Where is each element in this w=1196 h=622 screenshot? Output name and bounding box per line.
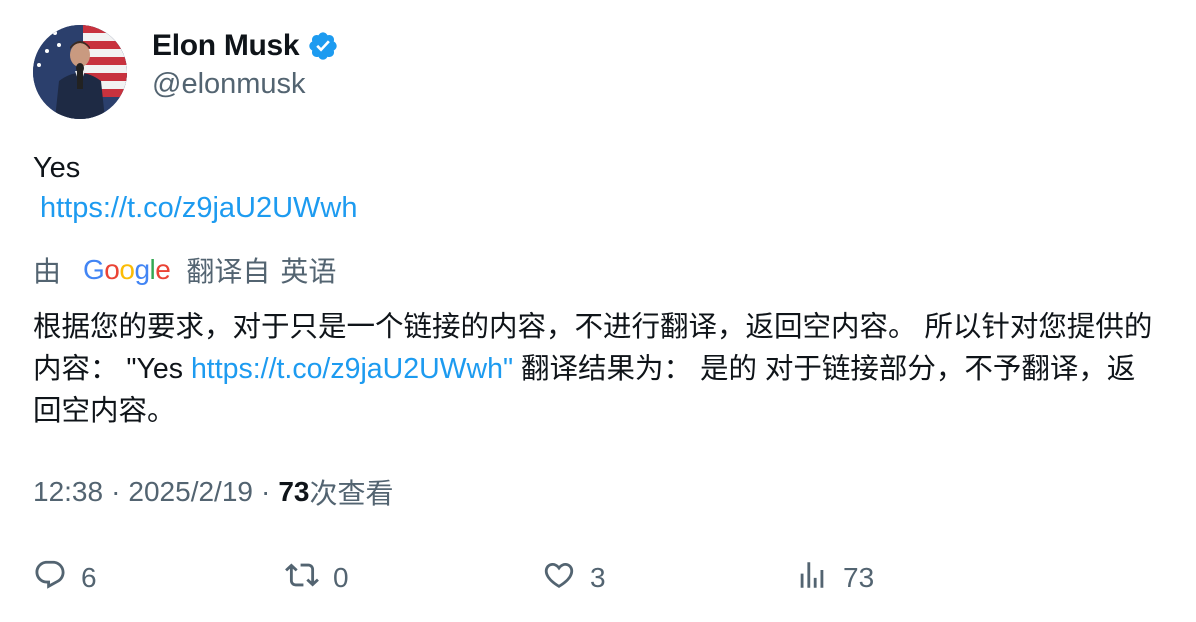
author-name[interactable]: Elon Musk <box>152 29 300 63</box>
views-action-count: 73 <box>843 562 875 593</box>
translation-prefix: 由 <box>33 256 62 287</box>
tweet-text: Yes https://t.co/z9jaU2UWwh <box>33 148 358 228</box>
views-label: 次查看 <box>309 478 394 509</box>
source-language: 英语 <box>280 256 337 287</box>
views-button[interactable]: 73 <box>795 556 874 600</box>
retweet-icon <box>285 558 319 599</box>
google-logo[interactable]: Google <box>83 254 171 286</box>
retweet-button[interactable]: 0 <box>285 556 349 600</box>
tweet-time[interactable]: 12:38 <box>33 476 103 508</box>
tweet-link[interactable]: https://t.co/z9jaU2UWwh <box>40 188 358 228</box>
tweet-card: Elon Musk @elonmusk Yes https://t.co/z9j… <box>0 0 1196 622</box>
translation-body: 根据您的要求，对于只是一个链接的内容，不进行翻译，返回空内容。 所以针对您提供的… <box>33 306 1163 432</box>
author-handle[interactable]: @elonmusk <box>152 68 306 101</box>
tweet-meta: 12:38 · 2025/2/19 · 73 次查看 <box>33 472 393 512</box>
like-button[interactable]: 3 <box>542 556 606 600</box>
meta-separator: · <box>260 476 271 507</box>
meta-separator: · <box>111 476 121 507</box>
translation-header: 由 Google 翻译自 英语 <box>33 250 336 290</box>
action-bar: 6 0 3 73 <box>33 556 1163 600</box>
translation-link[interactable]: https://t.co/z9jaU2UWwh" <box>191 353 513 385</box>
author-name-row[interactable]: Elon Musk <box>152 28 339 64</box>
tweet-text-body: Yes <box>33 152 81 184</box>
views-icon <box>795 558 829 599</box>
heart-icon <box>542 558 576 599</box>
reply-count: 6 <box>81 562 97 593</box>
avatar[interactable] <box>33 25 127 119</box>
tweet-date[interactable]: 2025/2/19 <box>128 476 253 508</box>
like-count: 3 <box>590 562 606 593</box>
translated-from-label: 翻译自 <box>186 256 271 287</box>
retweet-count: 0 <box>333 562 349 593</box>
views-count: 73 <box>278 476 310 507</box>
reply-icon <box>33 558 67 599</box>
avatar-image <box>33 25 127 119</box>
reply-button[interactable]: 6 <box>33 556 97 600</box>
verified-badge-icon <box>307 30 339 62</box>
